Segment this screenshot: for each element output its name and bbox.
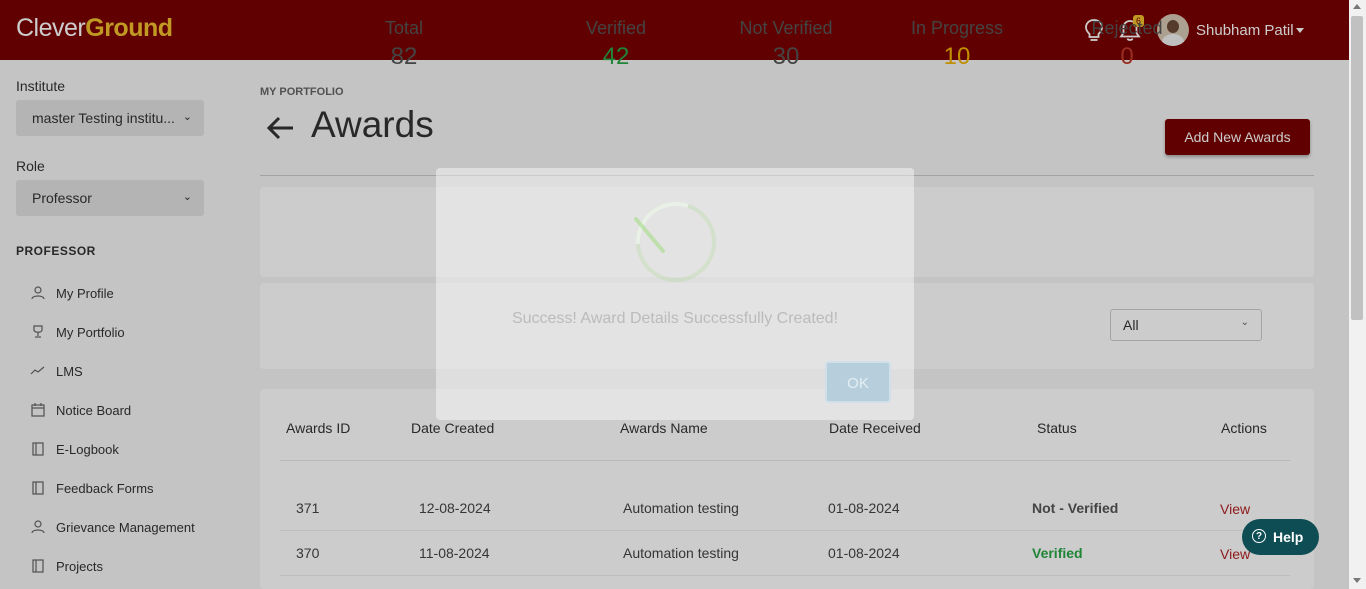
scroll-down-arrow-icon[interactable] (1353, 578, 1361, 583)
help-button[interactable]: ? Help (1242, 519, 1319, 555)
ok-button[interactable]: OK (825, 361, 891, 403)
scrollbar-thumb[interactable] (1351, 16, 1363, 320)
scroll-up-arrow-icon[interactable] (1353, 4, 1361, 9)
dialog-message: Success! Award Details Successfully Crea… (511, 310, 839, 327)
success-check-icon (634, 202, 716, 282)
question-icon: ? (1252, 529, 1266, 543)
help-label: Help (1273, 529, 1304, 545)
